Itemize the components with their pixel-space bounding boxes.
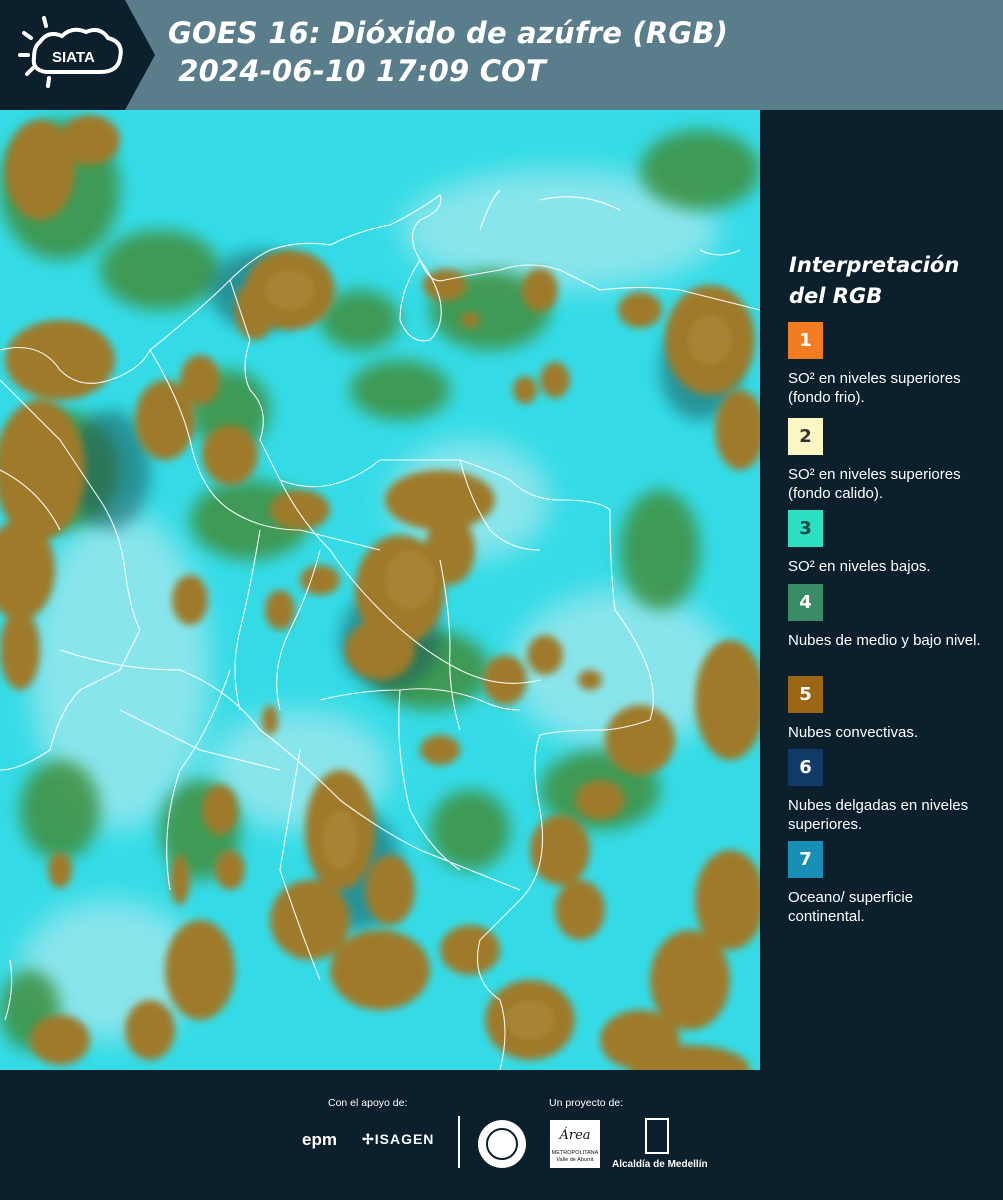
footer-divider	[458, 1116, 460, 1168]
legend-item-4: 4 Nubes de medio y bajo nivel.	[788, 584, 993, 650]
area-metropolitana-logo: Área METROPOLITANA Valle de Aburrá	[550, 1120, 600, 1168]
footer: Con el apoyo de: Un proyecto de: epm ✢IS…	[0, 1070, 1003, 1200]
legend-description: SO² en niveles superiores (fondo frio).	[788, 370, 961, 406]
title-datetime: 2024-06-10 17:09 COT	[168, 54, 547, 88]
legend-item-6: 6 Nubes delgadas en niveles superiores.	[788, 749, 993, 834]
legend-swatch: 2	[788, 418, 823, 455]
medellin-seal-logo	[478, 1120, 526, 1168]
legend-swatch: 7	[788, 841, 823, 878]
legend-panel: Interpretación del RGB 1 SO² en niveles …	[760, 110, 1003, 1070]
legend-swatch: 3	[788, 510, 823, 547]
isagen-text: ISAGEN	[374, 1131, 435, 1147]
legend-item-3: 3 SO² en niveles bajos.	[788, 510, 993, 576]
logo-text: SIATA	[52, 49, 95, 66]
legend-description: Nubes delgadas en niveles superiores.	[788, 797, 969, 833]
isagen-icon: ✢	[362, 1131, 375, 1147]
title-line: GOES 16: Dióxido de azúfre (RGB)	[168, 16, 729, 50]
legend-description: Nubes convectivas.	[788, 724, 919, 741]
alcaldia-shield-icon	[645, 1118, 669, 1154]
legend-description: SO² en niveles bajos.	[788, 558, 931, 575]
legend-swatch: 5	[788, 676, 823, 713]
area-logo-subtext: METROPOLITANA Valle de Aburrá	[551, 1150, 599, 1163]
siata-logo: SIATA	[0, 0, 155, 110]
header-bar: SIATA GOES 16: Dióxido de azúfre (RGB) 2…	[0, 0, 1003, 110]
seal-ring	[486, 1128, 518, 1160]
alcaldia-logo-text: Alcaldía de Medellín	[612, 1159, 708, 1170]
page-title: GOES 16: Dióxido de azúfre (RGB) 2024-06…	[168, 14, 728, 90]
legend-swatch: 4	[788, 584, 823, 621]
epm-logo: epm	[302, 1130, 337, 1149]
legend-item-1: 1 SO² en niveles superiores (fondo frio)…	[788, 322, 993, 407]
legend-swatch: 1	[788, 322, 823, 359]
legend-title: Interpretación del RGB	[789, 253, 960, 308]
legend-description: SO² en niveles superiores (fondo calido)…	[788, 466, 961, 502]
support-label: Con el apoyo de:	[328, 1097, 408, 1109]
legend-item-2: 2 SO² en niveles superiores (fondo calid…	[788, 418, 993, 503]
satellite-map[interactable]	[0, 110, 760, 1070]
legend-swatch: 6	[788, 749, 823, 786]
area-logo-text: Área	[559, 1128, 591, 1143]
project-label: Un proyecto de:	[549, 1097, 624, 1109]
isagen-logo: ✢ISAGEN	[362, 1131, 434, 1148]
legend-item-7: 7 Oceano/ superficie continental.	[788, 841, 993, 926]
legend-item-5: 5 Nubes convectivas.	[788, 676, 993, 742]
legend-description: Oceano/ superficie continental.	[788, 889, 914, 925]
legend-description: Nubes de medio y bajo nivel.	[788, 632, 981, 649]
